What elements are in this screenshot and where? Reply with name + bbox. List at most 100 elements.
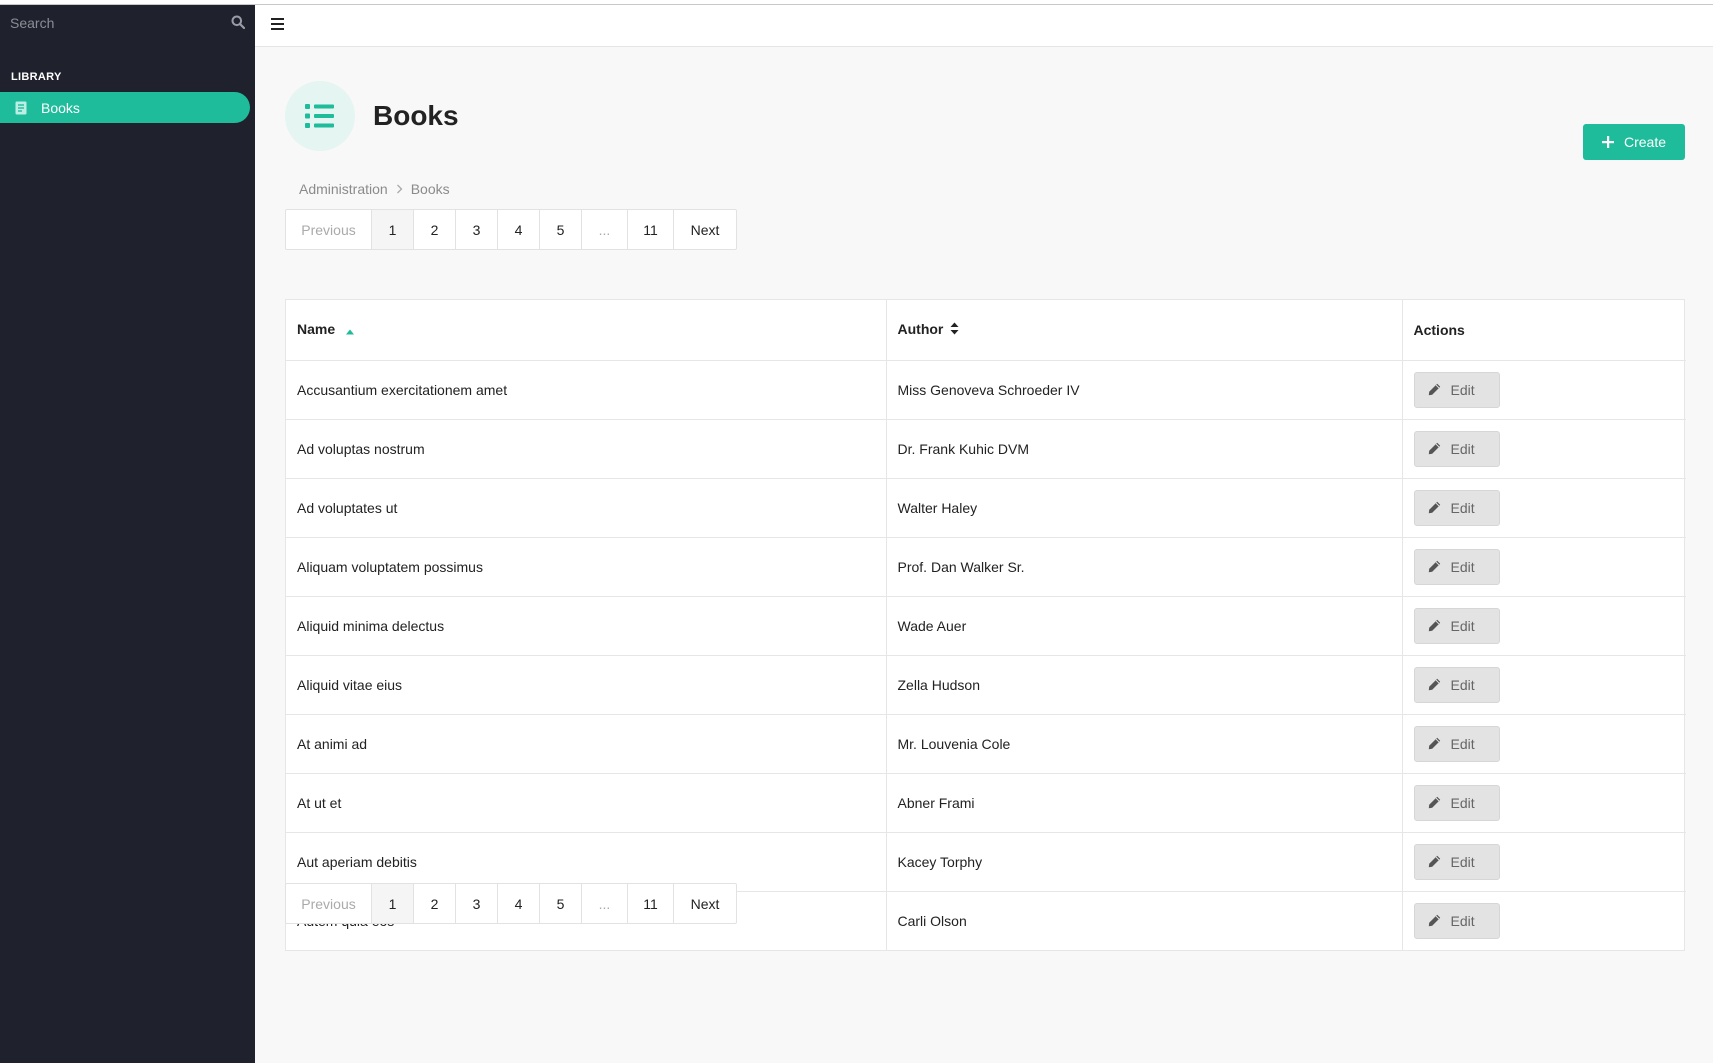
- create-button-label: Create: [1623, 134, 1667, 150]
- pagination-next[interactable]: Next: [674, 884, 736, 923]
- book-icon: [15, 101, 27, 115]
- table-row: At ut et Abner Frami Edit: [286, 773, 1686, 833]
- pagination-next[interactable]: Next: [674, 210, 736, 249]
- sort-ascending-icon: [345, 322, 355, 338]
- search-icon[interactable]: [231, 15, 246, 32]
- page-title: Books: [373, 100, 459, 131]
- pagination-top: Previous 1 2 3 4 5 ... 11 Next: [285, 209, 737, 250]
- cell-name: Ad voluptas nostrum: [286, 419, 887, 479]
- edit-button[interactable]: Edit: [1413, 371, 1500, 408]
- cell-author: Prof. Dan Walker Sr.: [886, 537, 1403, 597]
- cell-name: Accusantium exercitationem amet: [286, 360, 887, 420]
- hamburger-menu-icon[interactable]: [271, 17, 285, 33]
- sidebar: LIBRARY Books: [0, 5, 255, 1063]
- pencil-icon: [1428, 383, 1441, 396]
- sidebar-item-label: Books: [41, 99, 80, 116]
- pagination-previous[interactable]: Previous: [286, 884, 372, 923]
- pencil-icon: [1428, 501, 1441, 514]
- edit-button[interactable]: Edit: [1413, 548, 1500, 585]
- cell-name: Aliquid vitae eius: [286, 655, 887, 715]
- table-row: Ad voluptas nostrum Dr. Frank Kuhic DVM Ed…: [286, 419, 1686, 479]
- edit-button[interactable]: Edit: [1413, 725, 1500, 762]
- edit-button[interactable]: Edit: [1413, 666, 1500, 703]
- column-header-name[interactable]: Name: [286, 300, 887, 361]
- column-header-label: Name: [297, 321, 336, 338]
- cell-actions: Edit: [1402, 537, 1686, 597]
- edit-button-label: Edit: [1450, 440, 1475, 457]
- cell-actions: Edit: [1402, 832, 1686, 892]
- pagination-page-1[interactable]: 1: [372, 210, 414, 249]
- cell-name: Ad voluptates ut: [286, 478, 887, 538]
- table-row: Aliquid minima delectus Wade Auer Edit: [286, 596, 1686, 656]
- cell-author: Zella Hudson: [886, 655, 1403, 715]
- pagination-page-5[interactable]: 5: [540, 884, 582, 923]
- cell-author: Wade Auer: [886, 596, 1403, 656]
- edit-button-label: Edit: [1450, 735, 1475, 752]
- breadcrumb-item-administration[interactable]: Administration: [299, 181, 388, 197]
- list-icon: [285, 81, 355, 151]
- breadcrumb-item-books: Books: [410, 181, 450, 197]
- pencil-icon: [1428, 737, 1441, 750]
- pagination-page-3[interactable]: 3: [456, 884, 498, 923]
- pencil-icon: [1428, 442, 1441, 455]
- cell-author: Dr. Frank Kuhic DVM: [886, 419, 1403, 479]
- pagination-previous[interactable]: Previous: [286, 210, 372, 249]
- edit-button[interactable]: Edit: [1413, 607, 1500, 644]
- pagination-ellipsis: ...: [582, 210, 628, 249]
- column-header-author[interactable]: Author: [886, 300, 1403, 361]
- edit-button-label: Edit: [1450, 676, 1475, 693]
- edit-button-label: Edit: [1450, 794, 1475, 811]
- pagination-page-3[interactable]: 3: [456, 210, 498, 249]
- pencil-icon: [1428, 796, 1441, 809]
- table-row: Aliquid vitae eius Zella Hudson Edit: [286, 655, 1686, 715]
- pagination-page-1[interactable]: 1: [372, 884, 414, 923]
- pagination-page-11[interactable]: 11: [628, 210, 674, 249]
- pagination-page-2[interactable]: 2: [414, 884, 456, 923]
- cell-actions: Edit: [1402, 596, 1686, 656]
- column-header-actions: Actions: [1402, 300, 1686, 361]
- cell-author: Walter Haley: [886, 478, 1403, 538]
- pagination-ellipsis: ...: [582, 884, 628, 923]
- cell-actions: Edit: [1402, 360, 1686, 420]
- cell-name: At animi ad: [286, 714, 887, 774]
- plus-icon: [1601, 136, 1614, 148]
- edit-button[interactable]: Edit: [1413, 902, 1500, 939]
- pagination-page-11[interactable]: 11: [628, 884, 674, 923]
- edit-button[interactable]: Edit: [1413, 843, 1500, 880]
- cell-actions: Edit: [1402, 419, 1686, 479]
- main-content: Books Create Administration Books Previo…: [255, 47, 1713, 1063]
- edit-button-label: Edit: [1450, 617, 1475, 634]
- edit-button[interactable]: Edit: [1413, 784, 1500, 821]
- cell-actions: Edit: [1402, 655, 1686, 715]
- search-input[interactable]: [0, 5, 255, 41]
- edit-button[interactable]: Edit: [1413, 489, 1500, 526]
- pencil-icon: [1428, 855, 1441, 868]
- cell-author: Mr. Louvenia Cole: [886, 714, 1403, 774]
- pagination-page-4[interactable]: 4: [498, 884, 540, 923]
- cell-name: At ut et: [286, 773, 887, 833]
- pencil-icon: [1428, 619, 1441, 632]
- pagination-page-4[interactable]: 4: [498, 210, 540, 249]
- books-table: Name Author Actions Accusantium exercita…: [285, 299, 1686, 951]
- breadcrumb: Administration Books: [299, 181, 450, 197]
- cell-author: Carli Olson: [886, 891, 1403, 950]
- edit-button[interactable]: Edit: [1413, 430, 1500, 467]
- edit-button-label: Edit: [1450, 499, 1475, 516]
- table-row: Accusantium exercitationem amet Miss Geno…: [286, 360, 1686, 420]
- edit-button-label: Edit: [1450, 558, 1475, 575]
- create-button[interactable]: Create: [1583, 124, 1685, 160]
- pencil-icon: [1428, 678, 1441, 691]
- cell-author: Miss Genoveva Schroeder IV: [886, 360, 1403, 420]
- edit-button-label: Edit: [1450, 853, 1475, 870]
- cell-actions: Edit: [1402, 891, 1686, 950]
- pagination-page-5[interactable]: 5: [540, 210, 582, 249]
- cell-author: Abner Frami: [886, 773, 1403, 833]
- top-bar: [255, 5, 1713, 47]
- table-row: Aliquam voluptatem possimus Prof. Dan Wal…: [286, 537, 1686, 597]
- cell-author: Kacey Torphy: [886, 832, 1403, 892]
- edit-button-label: Edit: [1450, 912, 1475, 929]
- cell-actions: Edit: [1402, 714, 1686, 774]
- sidebar-item-books[interactable]: Books: [0, 92, 250, 123]
- pagination-page-2[interactable]: 2: [414, 210, 456, 249]
- edit-button-label: Edit: [1450, 381, 1475, 398]
